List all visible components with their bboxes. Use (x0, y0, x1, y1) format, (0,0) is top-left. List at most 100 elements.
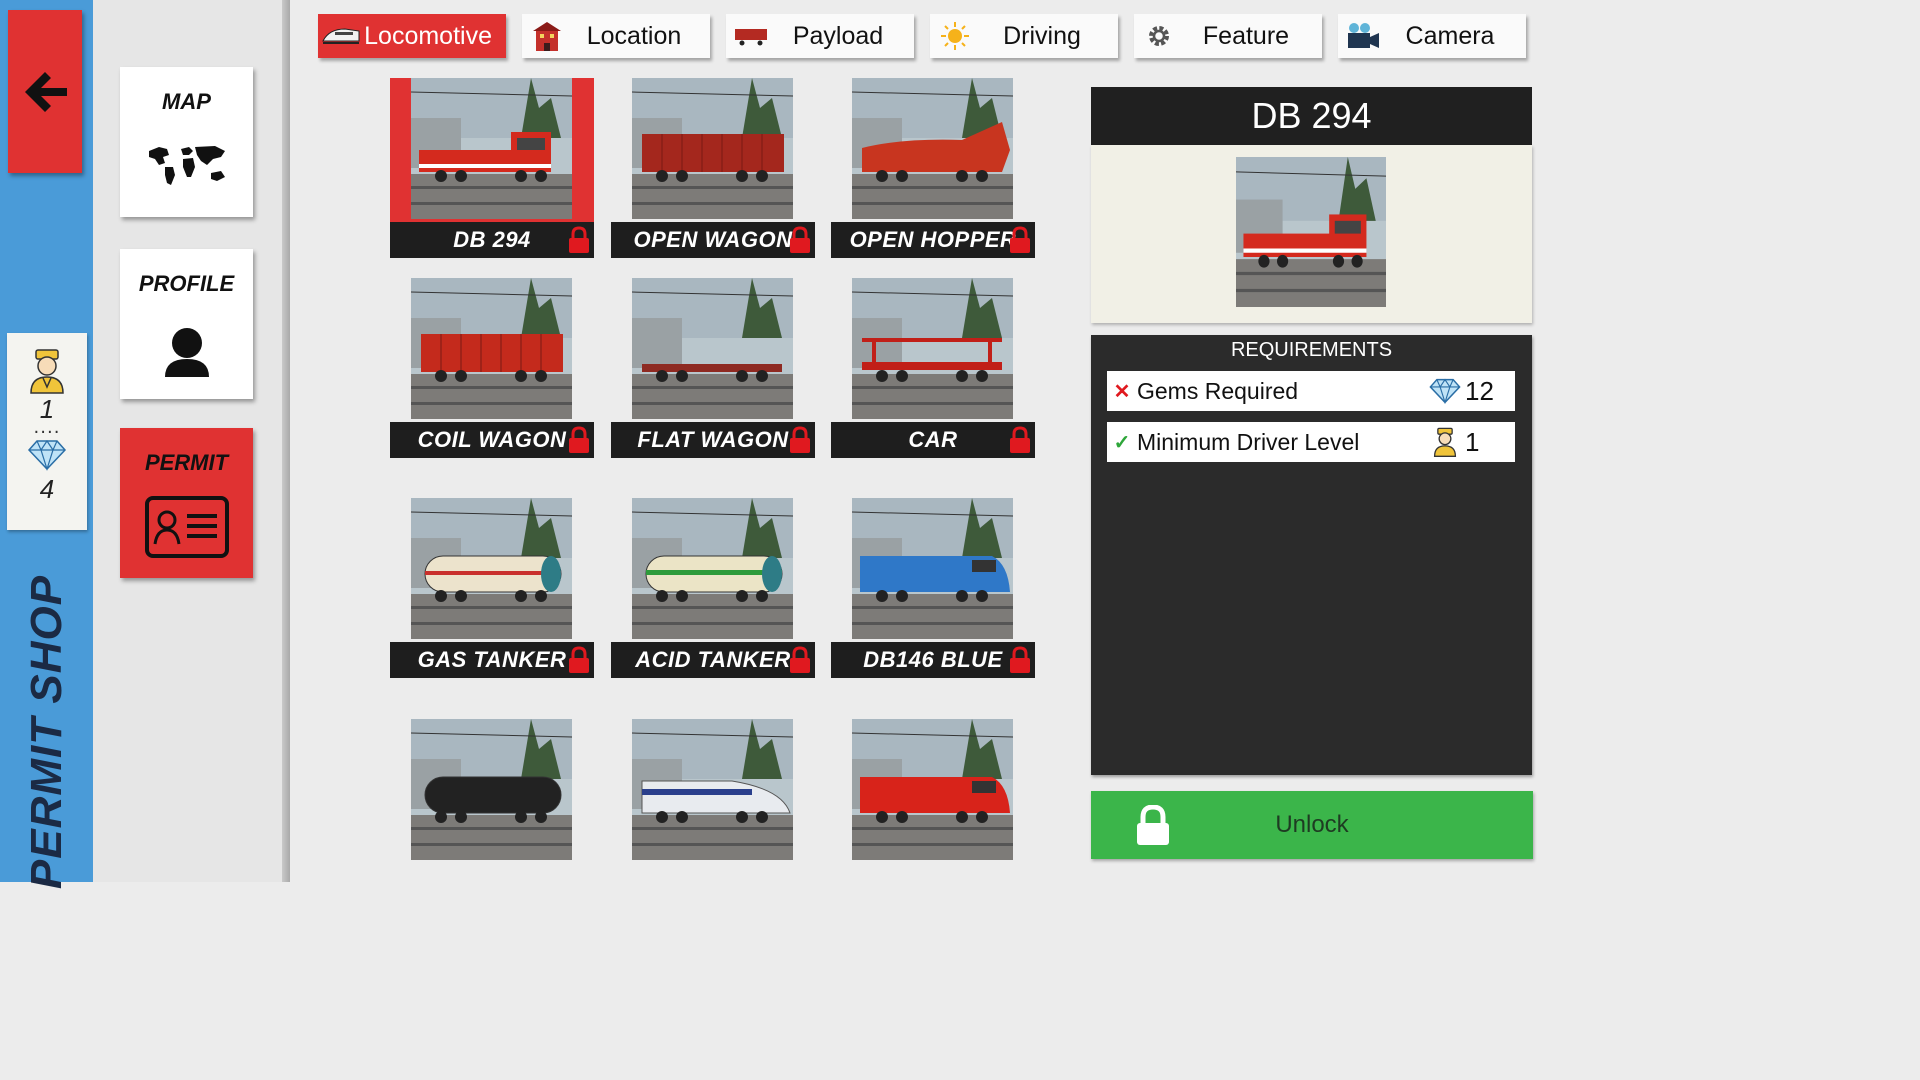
item-name: CAR (908, 427, 958, 452)
train-icon (322, 28, 360, 44)
requirement-gems-label: Gems Required (1137, 377, 1299, 404)
lock-icon-wrap (1009, 226, 1031, 258)
permit-shop-title: PERMIT SHOP (22, 574, 71, 890)
requirement-driver-label: Minimum Driver Level (1137, 428, 1360, 455)
item-card[interactable]: OPEN WAGON (611, 78, 815, 258)
lock-icon (1137, 805, 1169, 845)
item-name-bar: GAS TANKER (390, 642, 594, 678)
tab-feature[interactable]: Feature (1134, 14, 1322, 58)
tab-locomotive-label: Locomotive (364, 21, 492, 50)
lock-icon (569, 646, 589, 673)
item-image (632, 719, 793, 860)
user-icon (164, 328, 209, 377)
item-card[interactable]: ACID TANKER (611, 498, 815, 678)
map-button[interactable]: MAP (120, 67, 253, 217)
item-name-bar: FLAT WAGON (611, 422, 815, 458)
player-stats-card: 1 .... 4 (7, 333, 87, 530)
requirements-title: REQUIREMENTS (1230, 339, 1393, 361)
item-image (411, 498, 572, 639)
nav-column: MAP PROFILE PERMIT (93, 0, 290, 882)
cross-icon: ✕ (1113, 380, 1131, 403)
lock-icon-wrap (789, 646, 811, 678)
lock-icon (569, 226, 589, 253)
tab-feature-label: Feature (1202, 21, 1290, 50)
requirements-panel: REQUIREMENTS ✕ Gems Required 12 ✓ Minimu… (1091, 335, 1532, 775)
unlock-label: Unlock (1275, 811, 1349, 838)
item-name-bar: OPEN HOPPER (831, 222, 1035, 258)
item-image (632, 278, 793, 419)
item-card[interactable]: DB 294 (390, 78, 594, 258)
item-card[interactable]: COIL WAGON (390, 278, 594, 458)
tab-camera[interactable]: Camera (1338, 14, 1526, 58)
tab-location[interactable]: Location (522, 14, 710, 58)
tab-camera-label: Camera (1405, 21, 1495, 50)
item-name-bar: OPEN WAGON (611, 222, 815, 258)
item-name: COIL WAGON (417, 427, 567, 452)
tab-payload[interactable]: Payload (726, 14, 914, 58)
lock-icon (790, 426, 810, 453)
item-card[interactable]: CAR (831, 278, 1035, 458)
item-card[interactable] (390, 719, 594, 899)
item-image (852, 498, 1013, 639)
item-card[interactable] (611, 719, 815, 899)
item-card[interactable] (831, 719, 1035, 899)
sidebar-strip: 1 .... 4 PERMIT SHOP (0, 0, 93, 889)
item-card[interactable]: DB146 BLUE (831, 498, 1035, 678)
item-image (411, 78, 572, 219)
tab-driving[interactable]: Driving (930, 14, 1118, 58)
diamond-icon (1429, 378, 1461, 404)
requirement-gems-value: 12 (1465, 375, 1494, 406)
lock-icon (1010, 646, 1030, 673)
permit-button[interactable]: PERMIT (120, 428, 253, 578)
tab-driving-label: Driving (1003, 21, 1081, 50)
back-button[interactable] (8, 10, 82, 173)
item-name: ACID TANKER (635, 647, 791, 672)
item-image (411, 719, 572, 860)
item-image (852, 719, 1013, 860)
diamond-icon (27, 439, 67, 471)
lock-icon-wrap (568, 646, 590, 678)
driver-icon (30, 349, 64, 394)
tab-location-label: Location (586, 21, 682, 50)
item-image (411, 278, 572, 419)
lock-icon-wrap (789, 226, 811, 258)
lock-icon-wrap (568, 426, 590, 458)
item-name: OPEN HOPPER (849, 227, 1017, 252)
lock-icon-wrap (1009, 426, 1031, 458)
lock-icon-wrap (789, 426, 811, 458)
id-card-icon (144, 496, 229, 558)
item-card[interactable]: OPEN HOPPER (831, 78, 1035, 258)
item-name: DB146 BLUE (863, 647, 1003, 672)
detail-preview (1091, 145, 1532, 323)
item-name-bar: COIL WAGON (390, 422, 594, 458)
item-name: DB 294 (453, 227, 531, 252)
requirement-driver-level: ✓ Minimum Driver Level 1 (1107, 422, 1515, 462)
camera-icon (1348, 23, 1379, 48)
item-image (632, 498, 793, 639)
lock-icon (569, 426, 589, 453)
item-name: OPEN WAGON (633, 227, 793, 252)
tab-payload-label: Payload (792, 21, 884, 50)
item-image (852, 78, 1013, 219)
lock-icon (1010, 426, 1030, 453)
separator-dots: .... (33, 417, 61, 438)
sun-icon (941, 22, 969, 50)
detail-preview-image (1236, 157, 1386, 307)
check-icon: ✓ (1113, 431, 1131, 454)
profile-button[interactable]: PROFILE (120, 249, 253, 399)
map-label: MAP (162, 89, 211, 114)
tab-locomotive[interactable]: Locomotive (318, 14, 506, 58)
lock-icon (790, 646, 810, 673)
item-card[interactable]: FLAT WAGON (611, 278, 815, 458)
detail-title: DB 294 (1091, 87, 1532, 145)
wagon-icon (735, 29, 767, 46)
lock-icon (790, 226, 810, 253)
item-name-bar: DB 294 (390, 222, 594, 258)
item-name-bar: DB146 BLUE (831, 642, 1035, 678)
unlock-button[interactable]: Unlock (1091, 791, 1533, 859)
requirement-gems: ✕ Gems Required 12 (1107, 371, 1515, 411)
item-card[interactable]: GAS TANKER (390, 498, 594, 678)
permit-label: PERMIT (144, 450, 229, 475)
gear-icon (1149, 26, 1169, 46)
lock-icon-wrap (568, 226, 590, 258)
